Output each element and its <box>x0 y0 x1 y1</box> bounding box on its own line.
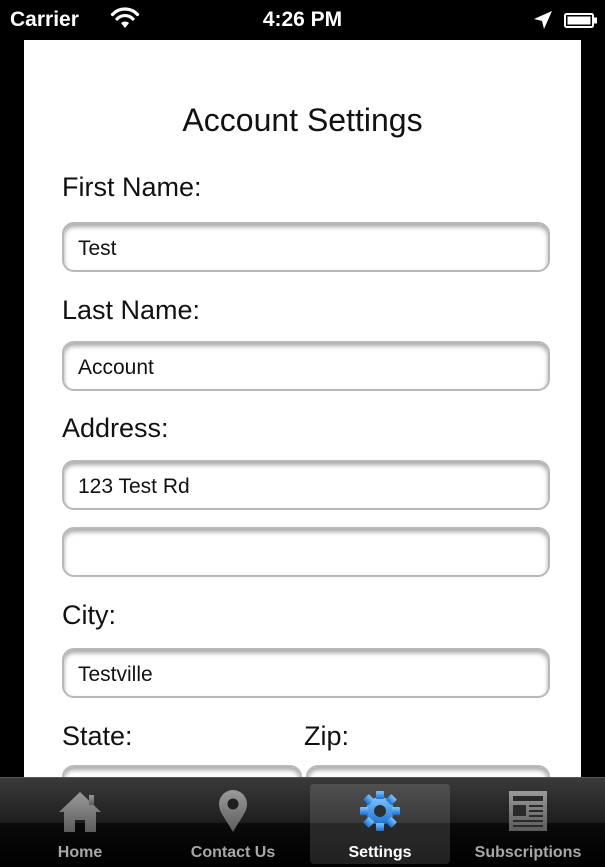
tab-settings-label: Settings <box>348 844 412 861</box>
account-settings-form: Account Settings First Name: Last Name: … <box>24 40 581 777</box>
tab-settings[interactable]: Settings <box>310 784 450 864</box>
last-name-label: Last Name: <box>62 295 201 325</box>
tab-contact-us[interactable]: Contact Us <box>163 784 303 864</box>
address-label: Address: <box>62 413 169 443</box>
first-name-label: First Name: <box>62 172 202 202</box>
wifi-icon <box>110 7 140 28</box>
home-icon <box>59 792 101 832</box>
state-label: State: <box>62 721 133 751</box>
status-time: 4:26 PM <box>262 8 343 31</box>
location-icon <box>534 11 552 29</box>
gear-icon <box>360 791 400 831</box>
tab-contact-us-label: Contact Us <box>190 844 276 861</box>
address-line2-field[interactable] <box>62 527 550 577</box>
address-line1-field[interactable] <box>62 460 550 510</box>
city-field[interactable] <box>62 648 550 698</box>
state-field[interactable] <box>62 765 302 777</box>
last-name-field[interactable] <box>62 341 550 391</box>
newspaper-icon <box>509 791 547 831</box>
tab-home-label: Home <box>57 844 103 861</box>
carrier-label: Carrier <box>10 8 79 31</box>
city-label: City: <box>62 600 116 630</box>
first-name-field[interactable] <box>62 222 550 272</box>
battery-icon <box>564 13 597 28</box>
map-pin-icon <box>219 790 247 832</box>
page-title: Account Settings <box>182 102 423 138</box>
tab-bar: Home Contact Us Settings Subscriptions <box>0 777 605 867</box>
status-bar: Carrier 4:26 PM <box>0 0 605 40</box>
tab-home[interactable]: Home <box>10 784 150 864</box>
zip-label: Zip: <box>304 721 350 751</box>
tab-subscriptions-label: Subscriptions <box>474 844 582 861</box>
tab-subscriptions[interactable]: Subscriptions <box>458 784 598 864</box>
zip-field[interactable] <box>306 765 550 777</box>
